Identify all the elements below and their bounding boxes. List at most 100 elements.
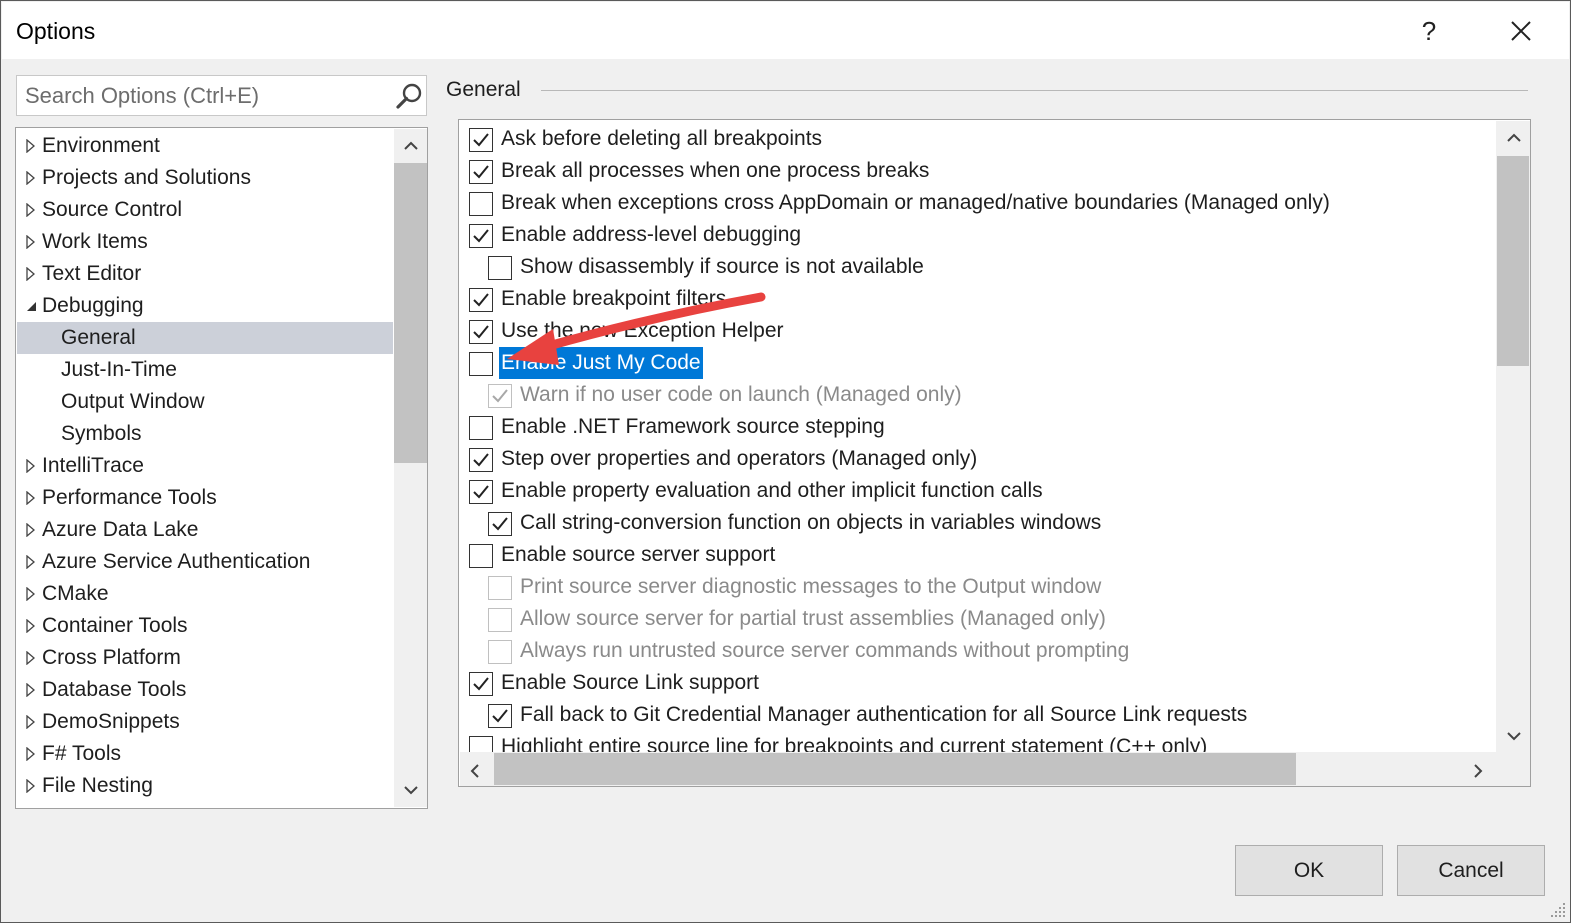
option-checkbox[interactable] <box>488 256 512 280</box>
collapsed-arrow-icon[interactable] <box>25 523 37 537</box>
option-row[interactable]: Fall back to Git Credential Manager auth… <box>459 699 1495 731</box>
expanded-arrow-icon[interactable] <box>25 299 37 313</box>
tree-item[interactable]: Azure Data Lake <box>17 514 393 546</box>
options-scroll-thumb[interactable] <box>1497 156 1529 366</box>
tree-item[interactable]: File Nesting <box>17 770 393 802</box>
option-row[interactable]: Show disassembly if source is not availa… <box>459 251 1495 283</box>
tree-item-label: Just-In-Time <box>61 358 177 381</box>
checkmark-icon <box>492 517 508 531</box>
tree-item[interactable]: Container Tools <box>17 610 393 642</box>
tree-item[interactable]: Azure Service Authentication <box>17 546 393 578</box>
option-row[interactable]: Enable source server support <box>459 539 1495 571</box>
options-horizontal-scrollbar[interactable] <box>460 752 1496 786</box>
tree-item[interactable]: Database Tools <box>17 674 393 706</box>
tree-item[interactable]: DemoSnippets <box>17 706 393 738</box>
tree-item[interactable]: Text Editor <box>17 258 393 290</box>
option-checkbox[interactable] <box>469 128 493 152</box>
tree-item[interactable]: IntelliTrace <box>17 450 393 482</box>
tree-vertical-scrollbar[interactable] <box>394 129 427 807</box>
option-checkbox[interactable] <box>469 672 493 696</box>
ok-button[interactable]: OK <box>1235 845 1383 896</box>
collapsed-arrow-icon[interactable] <box>25 715 37 729</box>
tree-item[interactable]: General <box>17 322 393 354</box>
option-checkbox[interactable] <box>469 320 493 344</box>
options-scroll-left-button[interactable] <box>460 754 493 784</box>
collapsed-arrow-icon[interactable] <box>25 683 37 697</box>
collapsed-arrow-icon[interactable] <box>25 267 37 281</box>
option-row[interactable]: Break when exceptions cross AppDomain or… <box>459 187 1495 219</box>
option-row[interactable]: Enable Just My Code <box>459 347 1495 379</box>
collapsed-arrow-icon[interactable] <box>25 619 37 633</box>
tree-scroll-thumb[interactable] <box>394 163 427 463</box>
option-checkbox[interactable] <box>469 288 493 312</box>
option-row[interactable]: Enable Source Link support <box>459 667 1495 699</box>
option-row[interactable]: Enable address-level debugging <box>459 219 1495 251</box>
tree-item[interactable]: Just-In-Time <box>17 354 393 386</box>
option-checkbox <box>488 608 512 632</box>
options-scroll-down-button[interactable] <box>1497 721 1530 751</box>
collapsed-arrow-icon[interactable] <box>25 779 37 793</box>
search-icon[interactable] <box>395 82 423 110</box>
option-checkbox[interactable] <box>469 192 493 216</box>
tree-item[interactable]: Environment <box>17 130 393 162</box>
options-scroll-right-button[interactable] <box>1463 754 1496 784</box>
tree-item[interactable]: Debugging <box>17 290 393 322</box>
option-row[interactable]: Break all processes when one process bre… <box>459 155 1495 187</box>
tree-scroll-up-button[interactable] <box>394 131 427 161</box>
options-hscroll-thumb[interactable] <box>494 753 1296 785</box>
option-label: Step over properties and operators (Mana… <box>501 447 978 470</box>
option-checkbox[interactable] <box>469 352 493 376</box>
checkmark-icon <box>473 229 489 243</box>
tree-item[interactable]: Output Window <box>17 386 393 418</box>
collapsed-arrow-icon[interactable] <box>25 651 37 665</box>
option-checkbox[interactable] <box>469 544 493 568</box>
collapsed-arrow-icon[interactable] <box>25 171 37 185</box>
option-checkbox[interactable] <box>469 160 493 184</box>
cancel-button[interactable]: Cancel <box>1397 845 1545 896</box>
collapsed-arrow-icon[interactable] <box>25 587 37 601</box>
close-button[interactable] <box>1497 10 1545 52</box>
chevron-down-icon <box>1507 732 1521 741</box>
option-checkbox[interactable] <box>488 512 512 536</box>
option-row[interactable]: Call string-conversion function on objec… <box>459 507 1495 539</box>
option-row[interactable]: Step over properties and operators (Mana… <box>459 443 1495 475</box>
tree-item[interactable]: CMake <box>17 578 393 610</box>
tree-item[interactable]: F# Tools <box>17 738 393 770</box>
search-input[interactable] <box>17 76 387 115</box>
options-tree: Environment Projects and Solutions Source … <box>15 127 428 809</box>
tree-scroll-down-button[interactable] <box>394 775 427 805</box>
help-button[interactable]: ? <box>1407 10 1451 52</box>
collapsed-arrow-icon[interactable] <box>25 459 37 473</box>
collapsed-arrow-icon[interactable] <box>25 139 37 153</box>
collapsed-arrow-icon[interactable] <box>25 203 37 217</box>
option-checkbox[interactable] <box>469 416 493 440</box>
tree-item[interactable]: Symbols <box>17 418 393 450</box>
tree-item[interactable]: Source Control <box>17 194 393 226</box>
option-checkbox[interactable] <box>488 704 512 728</box>
collapsed-arrow-icon[interactable] <box>25 555 37 569</box>
option-row[interactable]: Enable property evaluation and other imp… <box>459 475 1495 507</box>
resize-grip-icon[interactable] <box>1549 901 1567 919</box>
option-checkbox[interactable] <box>469 448 493 472</box>
tree-item-label: Projects and Solutions <box>42 166 251 189</box>
options-vertical-scrollbar[interactable] <box>1496 121 1530 753</box>
tree-item[interactable]: Work Items <box>17 226 393 258</box>
checkmark-icon <box>473 165 489 179</box>
option-row[interactable]: Enable breakpoint filters <box>459 283 1495 315</box>
option-label: Enable source server support <box>501 543 776 566</box>
option-row[interactable]: Enable .NET Framework source stepping <box>459 411 1495 443</box>
tree-item[interactable]: Performance Tools <box>17 482 393 514</box>
collapsed-arrow-icon[interactable] <box>25 235 37 249</box>
tree-item[interactable]: Projects and Solutions <box>17 162 393 194</box>
option-label: Ask before deleting all breakpoints <box>501 127 823 150</box>
option-checkbox[interactable] <box>469 480 493 504</box>
collapsed-arrow-icon[interactable] <box>25 491 37 505</box>
option-checkbox[interactable] <box>469 224 493 248</box>
options-scroll-up-button[interactable] <box>1497 123 1530 153</box>
checkmark-icon <box>473 677 489 691</box>
collapsed-arrow-icon[interactable] <box>25 747 37 761</box>
tree-item[interactable]: Cross Platform <box>17 642 393 674</box>
option-row[interactable]: Use the new Exception Helper <box>459 315 1495 347</box>
option-row[interactable]: Ask before deleting all breakpoints <box>459 123 1495 155</box>
tree-item-label: Source Control <box>42 198 183 221</box>
